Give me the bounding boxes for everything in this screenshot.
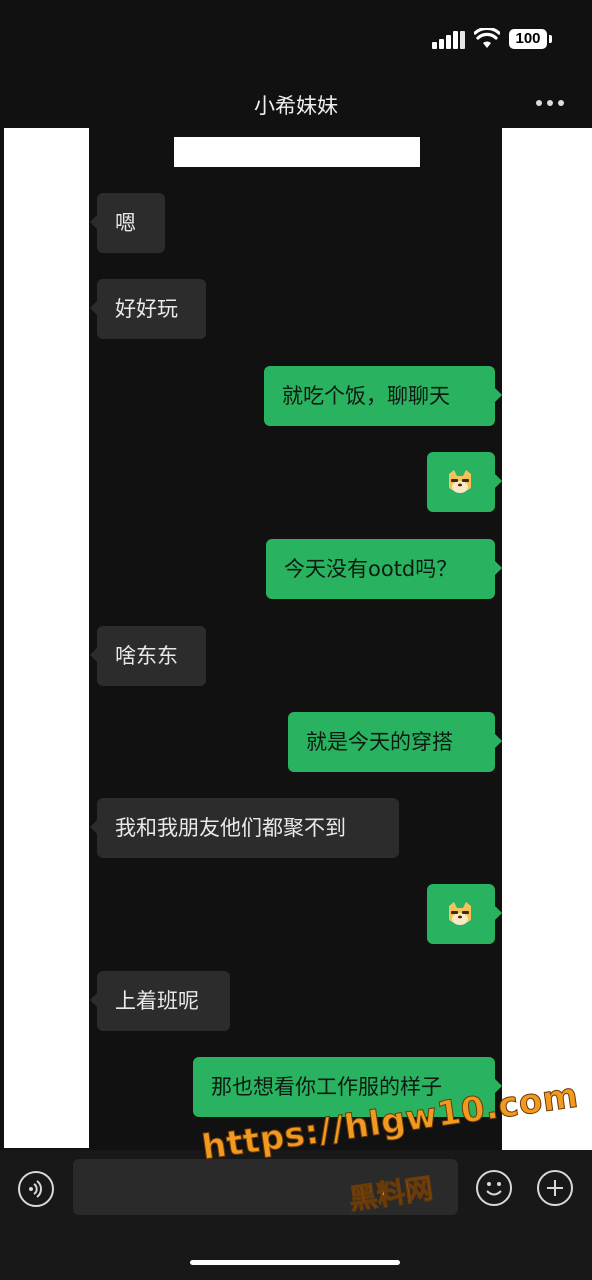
incoming-message[interactable]: 好好玩	[90, 279, 206, 339]
redaction-right	[502, 128, 592, 1150]
redaction-top	[174, 137, 420, 167]
redaction-left	[4, 128, 89, 1148]
wifi-icon	[474, 28, 500, 48]
message-text: 今天没有ootd吗？	[284, 557, 458, 581]
message-text: 我和我朋友他们都聚不到	[115, 816, 346, 840]
plus-icon[interactable]	[537, 1170, 573, 1206]
incoming-message[interactable]: 我和我朋友他们都聚不到	[90, 798, 399, 858]
message-list[interactable]: 嗯好好玩就吃个饭，聊聊天 今天没有ootd吗？ 啥东东就是今天的穿搭我和我朋友他们都…	[89, 128, 502, 1148]
emoji-icon[interactable]	[476, 1170, 512, 1206]
cellular-signal-icon	[432, 31, 466, 49]
message-text: 嗯	[115, 211, 136, 235]
battery-tip	[549, 35, 552, 43]
emoji-message[interactable]	[427, 452, 502, 512]
message-text: 好好玩	[115, 297, 178, 321]
chat-header: 小希妹妹	[0, 80, 592, 128]
incoming-message[interactable]: 上着班呢	[90, 971, 230, 1031]
message-text: 啥东东	[115, 644, 178, 668]
outgoing-message[interactable]: 就吃个饭，聊聊天	[264, 366, 502, 426]
emoji-message[interactable]	[427, 884, 502, 944]
more-dots-icon[interactable]	[536, 100, 566, 108]
chat-title[interactable]: 小希妹妹	[0, 90, 592, 120]
outgoing-message[interactable]: 就是今天的穿搭	[288, 712, 502, 772]
message-text: 就是今天的穿搭	[306, 730, 453, 754]
status-bar: 100	[0, 0, 592, 80]
battery-icon: 100	[509, 29, 547, 49]
message-text: 上着班呢	[115, 989, 199, 1013]
outgoing-message[interactable]: 今天没有ootd吗？	[266, 539, 502, 599]
incoming-message[interactable]: 啥东东	[90, 626, 206, 686]
doge-emoji-icon	[449, 470, 471, 493]
voice-icon[interactable]	[18, 1171, 54, 1207]
incoming-message[interactable]: 嗯	[90, 193, 165, 253]
message-text: 就吃个饭，聊聊天	[282, 384, 450, 408]
home-indicator[interactable]	[190, 1260, 400, 1265]
doge-emoji-icon	[449, 902, 471, 925]
message-text: 那也想看你工作服的样子	[211, 1075, 442, 1099]
